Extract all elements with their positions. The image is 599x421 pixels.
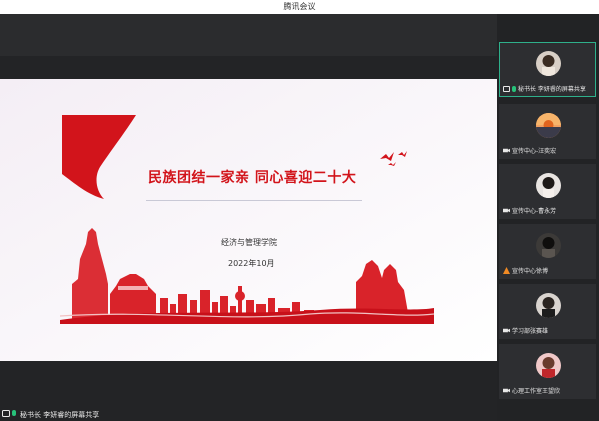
avatar — [536, 173, 561, 198]
avatar — [536, 113, 561, 138]
participant-name: 宣传中心-曹永芳 — [512, 208, 557, 215]
screen-share-icon — [2, 410, 16, 417]
participant-tile-1[interactable]: 秘书长 李妍睿的屏幕共享 — [499, 42, 596, 97]
participant-list: 秘书长 李妍睿的屏幕共享 宣传中心-汪奕宏 宣传中心-曹永芳 宣传中心徐博 学习… — [497, 14, 599, 421]
warning-icon — [503, 267, 510, 274]
participant-name: 秘书长 李妍睿的屏幕共享 — [518, 86, 586, 93]
camera-off-icon — [503, 148, 510, 153]
participant-tile-4[interactable]: 宣传中心徐博 — [499, 224, 596, 279]
participant-tile-5[interactable]: 学习部张赛雄 — [499, 284, 596, 339]
participant-tile-3[interactable]: 宣传中心-曹永芳 — [499, 164, 596, 219]
bottom-share-label: 秘书长 李妍睿的屏幕共享 — [20, 411, 100, 419]
camera-off-icon — [503, 208, 510, 213]
avatar — [536, 233, 561, 258]
avatar — [536, 51, 561, 76]
slide-title: 民族团结一家亲 同心喜迎二十大 — [148, 170, 357, 186]
top-toolbar-area — [0, 14, 497, 56]
participant-name: 心理工作室王望欣 — [512, 388, 561, 395]
participant-tile-2[interactable]: 宣传中心-汪奕宏 — [499, 104, 596, 159]
red-skyline-illustration — [60, 228, 434, 324]
avatar — [536, 293, 561, 318]
microphone-icon — [512, 85, 516, 92]
participant-name: 宣传中心徐博 — [512, 268, 549, 275]
shared-slide: 民族团结一家亲 同心喜迎二十大 经济与管理学院 2022年10月 — [0, 79, 497, 361]
camera-off-icon — [503, 388, 510, 393]
participant-tile-6[interactable]: 心理工作室王望欣 — [499, 344, 596, 399]
participant-name: 学习部张赛雄 — [512, 328, 549, 335]
app-title: 腾讯会议 — [283, 2, 316, 11]
screen-share-icon — [503, 85, 510, 92]
participant-name: 宣传中心-汪奕宏 — [512, 148, 557, 155]
avatar — [536, 353, 561, 378]
slide-divider — [146, 200, 362, 201]
camera-off-icon — [503, 328, 510, 333]
title-bar: 腾讯会议 — [0, 0, 599, 14]
